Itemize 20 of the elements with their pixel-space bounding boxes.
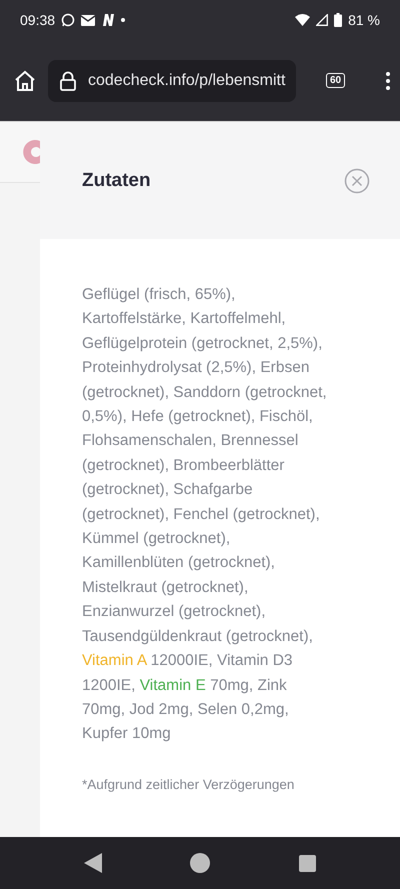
home-icon[interactable] <box>14 70 36 92</box>
recents-icon[interactable] <box>298 854 316 872</box>
menu-icon[interactable] <box>386 72 390 90</box>
url-field[interactable]: codecheck.info/p/lebensmitt <box>48 60 296 102</box>
app-icon <box>101 13 116 27</box>
signal-icon <box>316 14 328 26</box>
dot-icon <box>121 18 126 22</box>
tab-count-button[interactable]: 60 <box>326 73 346 88</box>
lock-icon <box>60 70 76 90</box>
chat-icon <box>61 13 76 27</box>
footnote-text: *Aufgrund zeitlicher Verzögerungen <box>82 776 296 792</box>
battery-icon <box>334 13 342 27</box>
home-icon[interactable] <box>190 853 210 873</box>
wifi-icon <box>295 14 310 26</box>
clock-time: 09:38 <box>20 12 56 28</box>
mail-icon <box>81 14 96 26</box>
back-icon[interactable] <box>84 853 102 873</box>
ingredients-text: Geflügel (frisch, 65%), Kartoffelstärke, Kartoffelmehl, Geflügelprotein (getrocknet, 2,5%), Proteinhydrolysat (2,5%), Erbsen (getrocknet), Sanddorn (getrocknet, 0,5%), Hefe (getrocknet), Fischöl, Flohsamenschalen, Brennessel (getrocknet), Brombeerblätter (getrocknet), Schafgarbe (getrocknet), Fenchel (getrocknet), Kümmel (getrocknet), Kamillenblüten (getrocknet), Mistelkraut (getrocknet), Enzianwurzel (getrocknet), Tausendgüldenkraut (getrocknet), Vitamin A 12000IE, Vitamin D3 1200IE, Vitamin E 70mg, Zink 70mg, Jod 2mg, Selen 0,2mg, Kupfer 10mg <box>82 285 328 744</box>
modal-title: Zutaten <box>82 170 152 192</box>
battery-percent: 81 % <box>348 12 380 28</box>
